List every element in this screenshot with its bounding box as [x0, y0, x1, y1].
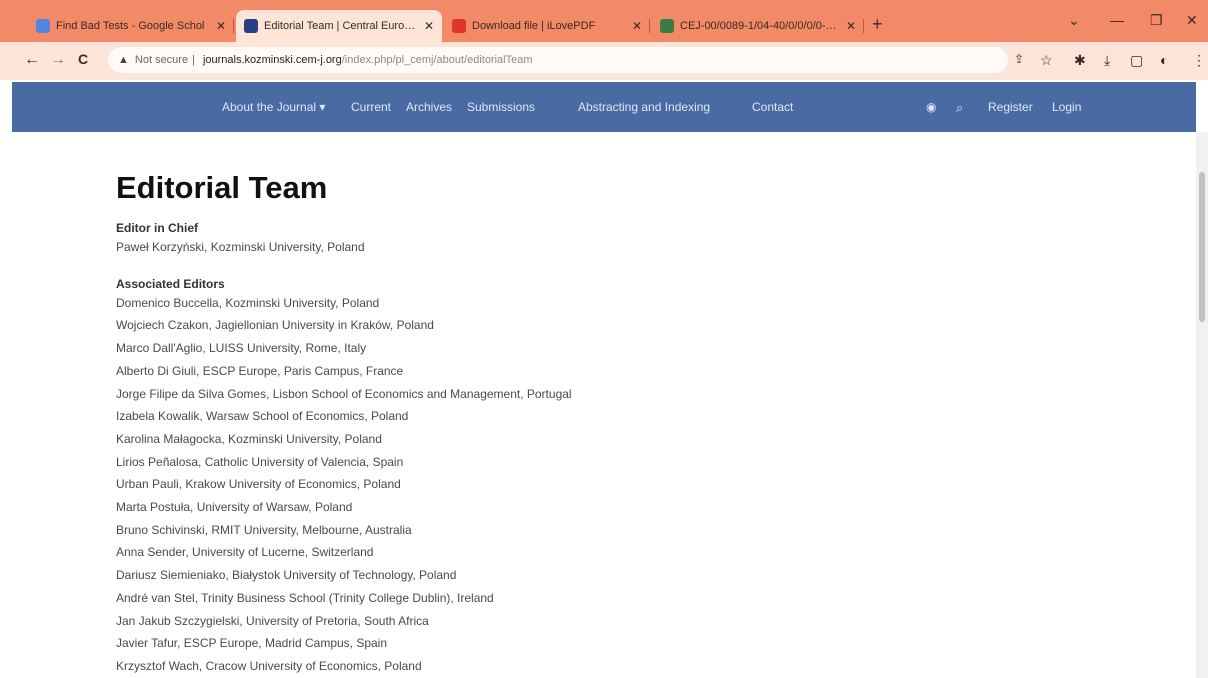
editor-entry: Jan Jakub Szczygielski, University of Pr… — [116, 613, 429, 628]
share-icon[interactable]: ⇪ — [1014, 52, 1024, 66]
browser-tab-2-active[interactable]: Editorial Team | Central Europea ✕ — [236, 10, 442, 42]
star-icon[interactable]: ☆ — [1040, 52, 1053, 69]
extensions-icon[interactable]: ✱ — [1074, 52, 1086, 69]
tab-close-icon[interactable]: ✕ — [632, 19, 642, 33]
tab-close-icon[interactable]: ✕ — [216, 19, 226, 33]
editor-entry: Urban Pauli, Krakow University of Econom… — [116, 477, 401, 492]
browser-tab-strip: Find Bad Tests - Google Schol ✕ Editoria… — [0, 0, 1208, 42]
address-bar[interactable]: ▲ Not secure | journals.kozminski.cem-j.… — [108, 47, 1008, 73]
tab-search-chevron-icon[interactable]: ⌄ — [1068, 12, 1080, 29]
editor-entry: Bruno Schivinski, RMIT University, Melbo… — [116, 522, 412, 537]
section-heading-associated-editors: Associated Editors — [116, 276, 225, 291]
journal-favicon-icon — [244, 19, 258, 33]
nav-current[interactable]: Current — [351, 100, 391, 114]
editor-entry: Marta Postuła, University of Warsaw, Pol… — [116, 500, 353, 515]
editor-entry: Krzysztof Wach, Cracow University of Eco… — [116, 658, 422, 673]
new-tab-button[interactable]: + — [872, 14, 883, 35]
profile-icon[interactable]: ◐ — [1160, 52, 1168, 68]
nav-abstracting-indexing[interactable]: Abstracting and Indexing — [578, 100, 710, 114]
forward-button[interactable]: → — [50, 51, 66, 69]
address-divider: | — [192, 54, 195, 66]
editor-entry: Domenico Buccella, Kozminski University,… — [116, 295, 380, 310]
editor-entry: Anna Sender, University of Lucerne, Swit… — [116, 545, 374, 560]
security-status: Not secure — [134, 54, 189, 66]
editor-entry: Alberto Di Giuli, ESCP Europe, Paris Cam… — [116, 363, 404, 378]
url-path: /index.php/pl_cemj/about/editorialTeam — [341, 54, 533, 66]
tab-close-icon[interactable]: ✕ — [424, 19, 434, 33]
menu-icon[interactable]: ⋮ — [1192, 52, 1206, 69]
tab-title: Editorial Team | Central Europea — [264, 20, 418, 32]
back-button[interactable]: ← — [24, 51, 40, 69]
editor-entry: André van Stel, Trinity Business School … — [116, 590, 494, 605]
tab-title: Download file | iLovePDF — [472, 20, 596, 32]
language-globe-icon[interactable]: ◉ — [926, 100, 936, 114]
editor-entry: Izabela Kowalik, Warsaw School of Econom… — [116, 409, 409, 424]
browser-tab-1[interactable]: Find Bad Tests - Google Schol ✕ — [28, 12, 234, 40]
editor-entry: Javier Tafur, ESCP Europe, Madrid Campus… — [116, 636, 388, 651]
search-icon[interactable]: ⌕ — [956, 100, 963, 116]
nav-contact[interactable]: Contact — [752, 100, 793, 114]
page-title: Editorial Team — [116, 170, 328, 205]
editor-entry: Wojciech Czakon, Jagiellonian University… — [116, 318, 434, 333]
browser-toolbar: ← → C ▲ Not secure | journals.kozminski.… — [0, 42, 1208, 80]
ilovepdf-favicon-icon — [452, 19, 466, 33]
login-link[interactable]: Login — [1052, 100, 1081, 114]
editor-entry: Jorge Filipe da Silva Gomes, Lisbon Scho… — [116, 386, 572, 401]
reload-button[interactable]: C — [78, 51, 88, 67]
main-content: Editorial Team Editor in Chief Paweł Kor… — [116, 168, 572, 678]
tab-title: Find Bad Tests - Google Schol — [56, 20, 205, 32]
sidebar-icon[interactable]: ▢ — [1130, 52, 1143, 69]
not-secure-warning-icon[interactable]: ▲ — [118, 54, 129, 66]
close-window-button[interactable]: ✕ — [1186, 12, 1198, 29]
scrollbar-thumb[interactable] — [1199, 172, 1205, 322]
browser-tab-4[interactable]: CEJ-00/0089-1/04-40/0/0/0/0-000 ✕ — [652, 12, 864, 40]
nav-archives[interactable]: Archives — [406, 100, 452, 114]
tab-close-icon[interactable]: ✕ — [846, 19, 856, 33]
site-navigation: About the Journal ▾ Current Archives Sub… — [12, 82, 1196, 132]
editor-entry: Dariusz Siemieniako, Białystok Universit… — [116, 568, 457, 583]
browser-tab-3[interactable]: Download file | iLovePDF ✕ — [444, 12, 650, 40]
document-favicon-icon — [660, 19, 674, 33]
editor-entry: Marco Dall'Aglio, LUISS University, Rome… — [116, 341, 367, 356]
editor-entry: Lirios Peñalosa, Catholic University of … — [116, 454, 404, 469]
editor-entry: Paweł Korzyński, Kozminski University, P… — [116, 240, 365, 254]
url-domain: journals.kozminski.cem-j.org — [202, 54, 342, 66]
section-heading-editor-in-chief: Editor in Chief — [116, 221, 198, 235]
register-link[interactable]: Register — [988, 100, 1033, 114]
nav-submissions[interactable]: Submissions — [467, 100, 535, 114]
minimize-button[interactable]: — — [1110, 12, 1124, 28]
download-icon[interactable]: ⤓ — [1104, 52, 1110, 69]
page-scrollbar[interactable] — [1196, 132, 1208, 678]
editor-entry: Karolina Małagocka, Kozminski University… — [116, 431, 382, 446]
tab-title: CEJ-00/0089-1/04-40/0/0/0/0-000 — [680, 20, 840, 32]
maximize-button[interactable]: ❐ — [1150, 12, 1163, 29]
nav-about-journal[interactable]: About the Journal ▾ — [222, 100, 325, 114]
google-scholar-favicon-icon — [36, 19, 50, 33]
